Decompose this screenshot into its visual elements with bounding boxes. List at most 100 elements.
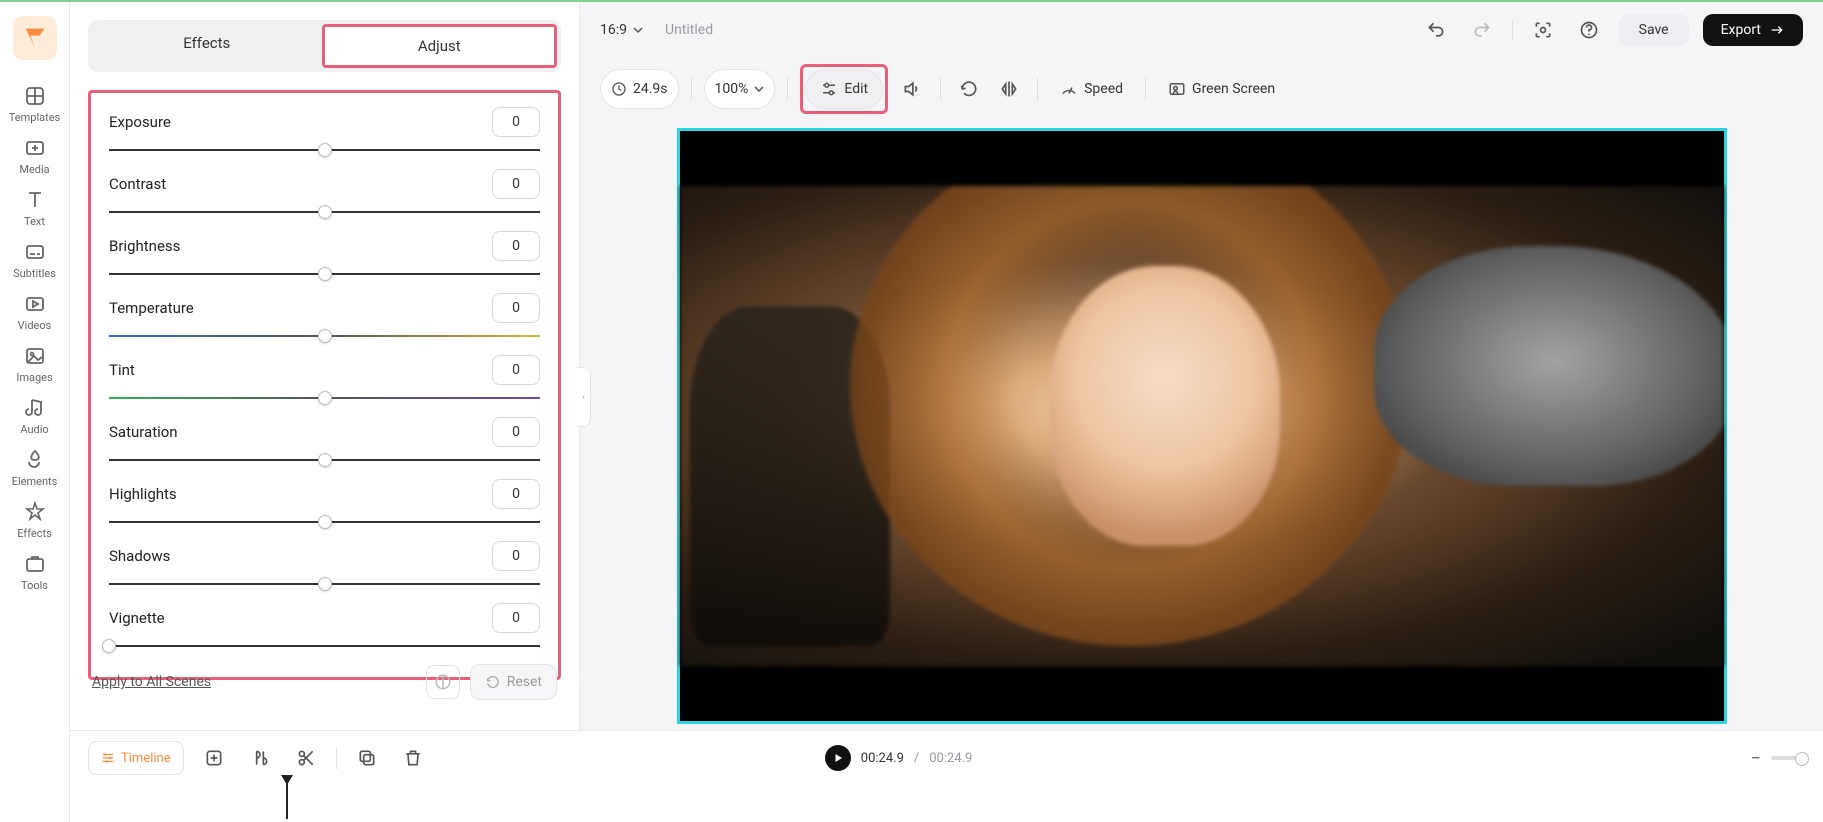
add-clip-button[interactable] <box>198 742 230 774</box>
preview-wrap <box>580 120 1823 730</box>
aspect-ratio-select[interactable]: 16:9 <box>600 22 643 38</box>
play-button[interactable] <box>825 745 851 771</box>
videos-icon <box>23 292 47 316</box>
rail-label: Images <box>16 371 52 384</box>
undo-icon <box>1426 20 1446 40</box>
cut-button[interactable] <box>290 742 322 774</box>
adjust-vignette-value[interactable]: 0 <box>492 603 540 633</box>
time-current: 00:24.9 <box>861 751 904 766</box>
split-icon <box>250 748 270 768</box>
help-button[interactable] <box>1573 14 1605 46</box>
arrow-right-icon <box>1769 22 1785 38</box>
canvas-topbar: 16:9 Untitled Save Export <box>580 2 1823 58</box>
adjust-vignette: Vignette0 <box>109 595 540 657</box>
zoom-slider[interactable] <box>1771 756 1805 760</box>
reset-button[interactable]: Reset <box>470 664 557 700</box>
adjust-shadows-slider[interactable] <box>109 573 540 595</box>
flip-button[interactable] <box>993 69 1025 109</box>
rail-elements[interactable]: Elements <box>0 440 70 492</box>
adjust-contrast-label: Contrast <box>109 175 166 193</box>
delete-button[interactable] <box>397 742 429 774</box>
adjust-brightness-slider[interactable] <box>109 263 540 285</box>
capture-icon <box>1533 20 1553 40</box>
rail-label: Effects <box>17 527 52 540</box>
time-total: 00:24.9 <box>929 751 972 766</box>
rail-label: Videos <box>18 319 52 332</box>
green-screen-icon <box>1168 80 1186 98</box>
undo-button[interactable] <box>1420 14 1452 46</box>
redo-button[interactable] <box>1466 14 1498 46</box>
green-screen-button[interactable]: Green Screen <box>1158 69 1285 109</box>
duration-pill[interactable]: 24.9s <box>600 69 679 109</box>
adjust-brightness: Brightness 0 <box>109 223 540 285</box>
logo-icon <box>21 24 49 52</box>
clock-icon <box>611 81 627 97</box>
rail-tools[interactable]: Tools <box>0 544 70 596</box>
rail-effects[interactable]: Effects <box>0 492 70 544</box>
rail-media[interactable]: Media <box>0 128 70 180</box>
play-icon <box>832 752 844 764</box>
adjust-exposure-slider[interactable] <box>109 139 540 161</box>
rail-audio[interactable]: Audio <box>0 388 70 440</box>
adjust-saturation-label: Saturation <box>109 423 178 441</box>
speed-label: Speed <box>1084 81 1123 97</box>
adjust-highlights-label: Highlights <box>109 485 177 503</box>
rail-templates[interactable]: Templates <box>0 76 70 128</box>
tab-effects[interactable]: Effects <box>92 24 322 68</box>
preview-frame[interactable] <box>677 128 1727 724</box>
playhead[interactable] <box>286 781 288 819</box>
left-rail: TemplatesMediaText Subtitles Videos Images A… <box>0 2 70 822</box>
effects-icon <box>23 500 47 524</box>
zoom-select[interactable]: 100% <box>704 69 776 109</box>
compare-button[interactable] <box>426 665 460 699</box>
audio-icon <box>23 396 47 420</box>
app-logo[interactable] <box>13 16 57 60</box>
timeline-track[interactable] <box>70 785 1823 822</box>
adjust-contrast-slider[interactable] <box>109 201 540 223</box>
adjust-shadows-value[interactable]: 0 <box>492 541 540 571</box>
adjust-temperature-slider[interactable] <box>109 325 540 347</box>
save-button[interactable]: Save <box>1619 14 1689 46</box>
rail-label: Tools <box>21 579 48 592</box>
adjust-highlights-value[interactable]: 0 <box>492 479 540 509</box>
zoom-out-button[interactable]: − <box>1751 748 1761 769</box>
tab-adjust[interactable]: Adjust <box>325 27 555 65</box>
panel-footer: Apply to All Scenes Reset <box>70 652 579 712</box>
capture-button[interactable] <box>1527 14 1559 46</box>
split-button[interactable] <box>244 742 276 774</box>
reset-icon <box>485 674 501 690</box>
adjust-brightness-label: Brightness <box>109 237 180 255</box>
export-button[interactable]: Export <box>1703 14 1803 46</box>
adjust-saturation-slider[interactable] <box>109 449 540 471</box>
copy-icon <box>357 748 377 768</box>
adjust-contrast-value[interactable]: 0 <box>492 169 540 199</box>
project-title[interactable]: Untitled <box>665 22 713 38</box>
adjust-brightness-value[interactable]: 0 <box>492 231 540 261</box>
speed-button[interactable]: Speed <box>1050 69 1133 109</box>
adjust-highlights-slider[interactable] <box>109 511 540 533</box>
adjust-controls-highlight: Exposure0Contrast0Brightness0Temperature… <box>88 90 561 680</box>
rotate-button[interactable] <box>953 69 985 109</box>
adjust-tint-slider[interactable] <box>109 387 540 409</box>
volume-button[interactable] <box>896 69 928 109</box>
copy-button[interactable] <box>351 742 383 774</box>
rail-subtitles[interactable]: Subtitles <box>0 232 70 284</box>
rail-text[interactable]: Text <box>0 180 70 232</box>
adjust-saturation-value[interactable]: 0 <box>492 417 540 447</box>
apply-all-link[interactable]: Apply to All Scenes <box>92 674 211 690</box>
time-sep: / <box>914 751 919 766</box>
adjust-tint-value[interactable]: 0 <box>492 355 540 385</box>
rail-images[interactable]: Images <box>0 336 70 388</box>
rail-label: Subtitles <box>13 267 56 280</box>
edit-highlight: Edit <box>800 64 888 114</box>
adjust-exposure-value[interactable]: 0 <box>492 107 540 137</box>
adjust-temperature-label: Temperature <box>109 299 194 317</box>
rail-label: Elements <box>12 475 58 488</box>
rail-videos[interactable]: Videos <box>0 284 70 336</box>
images-icon <box>23 344 47 368</box>
adjust-highlights: Highlights 0 <box>109 471 540 533</box>
adjust-temperature-value[interactable]: 0 <box>492 293 540 323</box>
reset-label: Reset <box>507 674 542 690</box>
timeline-toggle[interactable]: Timeline <box>88 741 184 775</box>
edit-button[interactable]: Edit <box>805 69 883 109</box>
